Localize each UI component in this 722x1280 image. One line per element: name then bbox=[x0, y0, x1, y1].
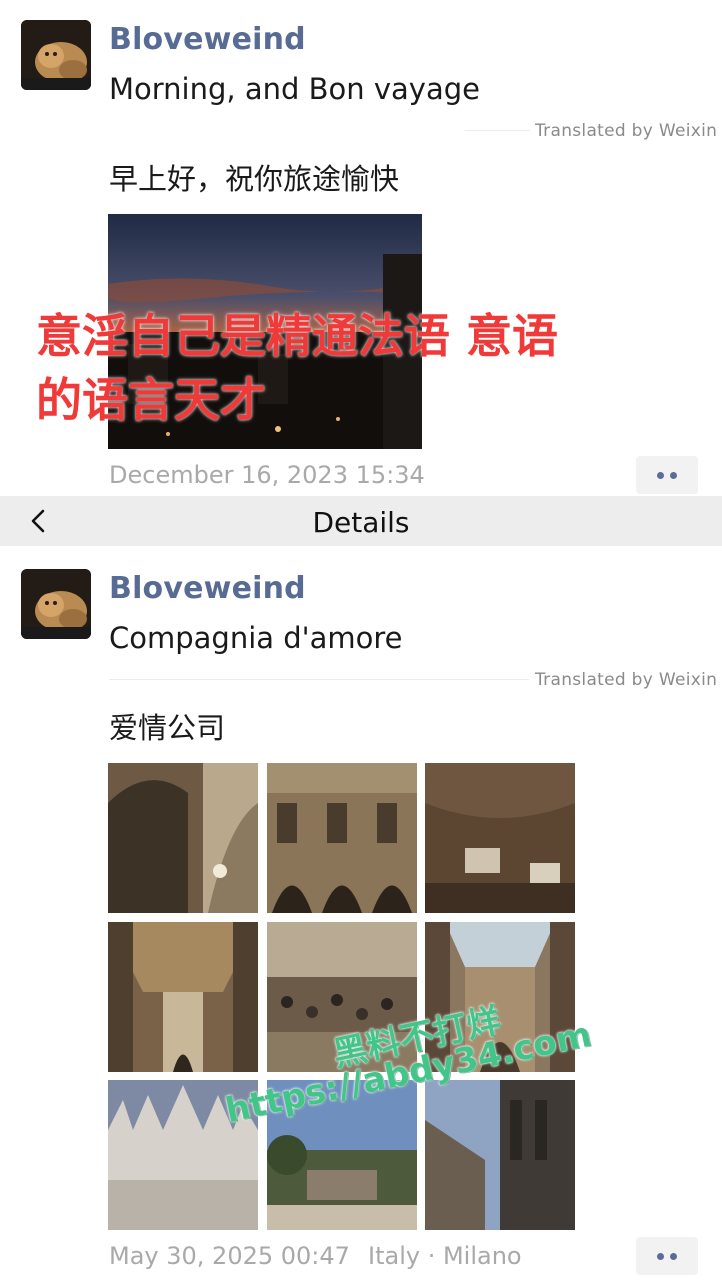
grid-photo[interactable] bbox=[425, 763, 575, 913]
timestamp: December 16, 2023 15:34 bbox=[109, 461, 425, 489]
grid-photo[interactable] bbox=[267, 763, 417, 913]
translated-by-label: Translated by Weixin bbox=[535, 121, 718, 141]
username[interactable]: Bloveweind bbox=[109, 571, 306, 606]
grid-photo[interactable] bbox=[108, 922, 258, 1072]
dot-icon bbox=[670, 471, 677, 479]
overlay-caption-line2: 的语言天才 bbox=[36, 373, 266, 427]
translation-divider bbox=[109, 679, 529, 680]
more-button[interactable] bbox=[636, 456, 698, 494]
avatar[interactable] bbox=[21, 569, 91, 639]
translation-divider bbox=[465, 130, 530, 131]
translation-text: 早上好，祝你旅途愉快 bbox=[109, 162, 400, 196]
post-text: Morning, and Bon vayage bbox=[109, 72, 480, 106]
dot-icon bbox=[657, 471, 664, 479]
dot-icon bbox=[657, 1252, 664, 1260]
timestamp: May 30, 2025 00:47 bbox=[109, 1242, 350, 1270]
more-button[interactable] bbox=[636, 1237, 698, 1275]
dot-icon bbox=[670, 1252, 677, 1260]
navigation-bar: Details bbox=[0, 496, 722, 546]
username[interactable]: Bloveweind bbox=[109, 22, 306, 57]
translated-by-label: Translated by Weixin bbox=[535, 670, 718, 690]
translation-text: 爱情公司 bbox=[109, 711, 226, 745]
overlay-caption-line1: 意淫自己是精通法语 意语 bbox=[36, 309, 559, 363]
grid-photo[interactable] bbox=[425, 1080, 575, 1230]
post-text: Compagnia d'amore bbox=[109, 621, 403, 655]
page-title: Details bbox=[312, 506, 410, 539]
grid-photo[interactable] bbox=[108, 763, 258, 913]
avatar[interactable] bbox=[21, 20, 91, 90]
location-label[interactable]: Italy · Milano bbox=[368, 1242, 522, 1270]
